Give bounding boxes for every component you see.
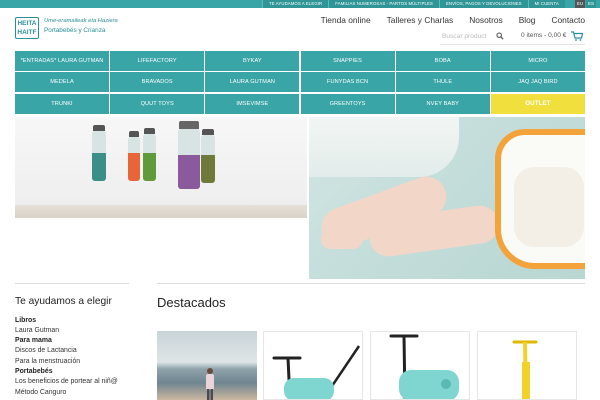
brand-funydas-bcn[interactable]: FUNYDAS BCN [300, 72, 395, 93]
brand-entradas-laura-gutman[interactable]: *ENTRADAS* LAURA GUTMAN [15, 51, 109, 71]
brand-micro[interactable]: MICRO [490, 51, 585, 71]
sidebar-link-carrying-benefits[interactable]: Los beneficios de portear al niñ@ [15, 377, 135, 387]
nav-contact[interactable]: Contacto [551, 15, 585, 25]
brand-thule[interactable]: THULE [395, 72, 490, 93]
top-link-account[interactable]: MI CUENTA [527, 0, 565, 8]
top-link-help[interactable]: TE AYUDAMOS A ELEGIR [262, 0, 329, 8]
brand-jaq-jaq-bird[interactable]: JAQ JAQ BIRD [490, 72, 585, 93]
lang-es-button[interactable]: ES [586, 0, 596, 8]
brand-bykay[interactable]: BYKAY [205, 51, 300, 71]
sidebar-divider [15, 283, 129, 284]
cart-icon[interactable] [571, 31, 583, 41]
scooter-image [272, 345, 361, 399]
logo-mark-line1: HEITA [17, 20, 37, 27]
brand-laura-gutman[interactable]: LAURA GUTMAN [205, 72, 300, 93]
brand-medela[interactable]: MEDELA [15, 72, 109, 93]
cloth-diaper-inner [514, 167, 584, 247]
sidebar-group-carriers: Portabebés [15, 368, 53, 376]
product-card-photo[interactable] [157, 331, 257, 400]
banner-bottles-wall [15, 117, 307, 209]
sidebar-group-books: Libros [15, 317, 37, 324]
bottle-green [143, 128, 156, 181]
brand-boba[interactable]: BOBA [395, 51, 490, 71]
brand-greentoys[interactable]: GREENTOYS [300, 93, 395, 114]
search-icon[interactable] [496, 32, 504, 40]
nav-blog[interactable]: Blog [519, 15, 536, 25]
product-card-scooter-1[interactable] [263, 331, 363, 400]
banner-towel [309, 117, 459, 177]
nav-about[interactable]: Nosotros [469, 15, 503, 25]
top-link-families[interactable]: FAMILIAS NUMEROSAS - PARTOS MÚLTIPLES [328, 0, 439, 8]
scooter-image-3 [512, 340, 538, 399]
scooter-image-2 [389, 334, 459, 399]
main-nav: Tienda online Talleres y Charlas Nosotro… [305, 15, 585, 25]
brand-quut-toys[interactable]: QUUT TOYS [110, 93, 205, 114]
nav-workshops[interactable]: Talleres y Charlas [387, 15, 454, 25]
brand-trunki[interactable]: TRUNKI [15, 93, 109, 114]
brand-snappies[interactable]: SNAPPIES [300, 51, 395, 71]
banner-bottles-table [15, 205, 307, 218]
bottle-orange [128, 131, 140, 181]
banner-bottles[interactable] [15, 117, 307, 279]
top-link-shipping[interactable]: ENVÍOS, PAGOS Y DEVOLUCIONES [438, 0, 528, 8]
logo-mark: HEITA HAITF [15, 17, 39, 39]
brand-nvey-baby[interactable]: NVEY BABY [395, 93, 490, 114]
brand-grid: *ENTRADAS* LAURA GUTMAN LIFEFACTORY BYKA… [15, 51, 585, 114]
sidebar-title: Te ayudamos a elegir [15, 296, 112, 307]
brand-outlet[interactable]: OUTLET [490, 93, 585, 114]
sidebar-link-kangaroo-method[interactable]: Método Canguro [15, 388, 135, 398]
featured-divider [157, 283, 585, 284]
sidebar-link-nursing-pads[interactable]: Discos de Lactancia [15, 346, 135, 356]
brand-bravados[interactable]: BRAVADOS [110, 72, 205, 93]
logo-tagline: Ume-eramaileak eta Haziera [44, 18, 118, 24]
product-card-scooter-3[interactable] [477, 331, 577, 400]
sidebar-link-menstruation[interactable]: Para la menstruación [15, 357, 135, 367]
brand-lifefactory[interactable]: LIFEFACTORY [110, 51, 205, 71]
person-image [206, 368, 214, 400]
sidebar-link-laura-gutman[interactable]: Laura Gutman [15, 326, 135, 336]
bottle-olive [201, 129, 215, 183]
bottle-purple [178, 121, 200, 189]
brand-imsevimse[interactable]: IMSEVIMSE [205, 93, 300, 114]
featured-title: Destacados [157, 295, 226, 310]
sidebar-list: Libros Laura Gutman Para mama Discos de … [15, 316, 135, 398]
lang-eu-button[interactable]: EU [575, 0, 585, 8]
logo-subtitle: Portabebés y Crianza [44, 27, 106, 34]
baby-foot [321, 229, 363, 249]
product-card-scooter-2[interactable] [370, 331, 470, 400]
cart-summary[interactable]: 0 items - 0,00 € [521, 32, 566, 39]
nav-shop[interactable]: Tienda online [321, 15, 371, 25]
site-logo[interactable]: HEITA HAITF Ume-eramaileak eta Haziera P… [15, 17, 125, 39]
logo-mark-line2: HAITF [17, 29, 37, 36]
sidebar-group-mama: Para mama [15, 337, 52, 345]
bottle-teal [92, 125, 106, 181]
search-underline [440, 44, 585, 45]
banner-baby[interactable] [309, 117, 585, 279]
top-links: TE AYUDAMOS A ELEGIR FAMILIAS NUMEROSAS … [262, 0, 565, 8]
